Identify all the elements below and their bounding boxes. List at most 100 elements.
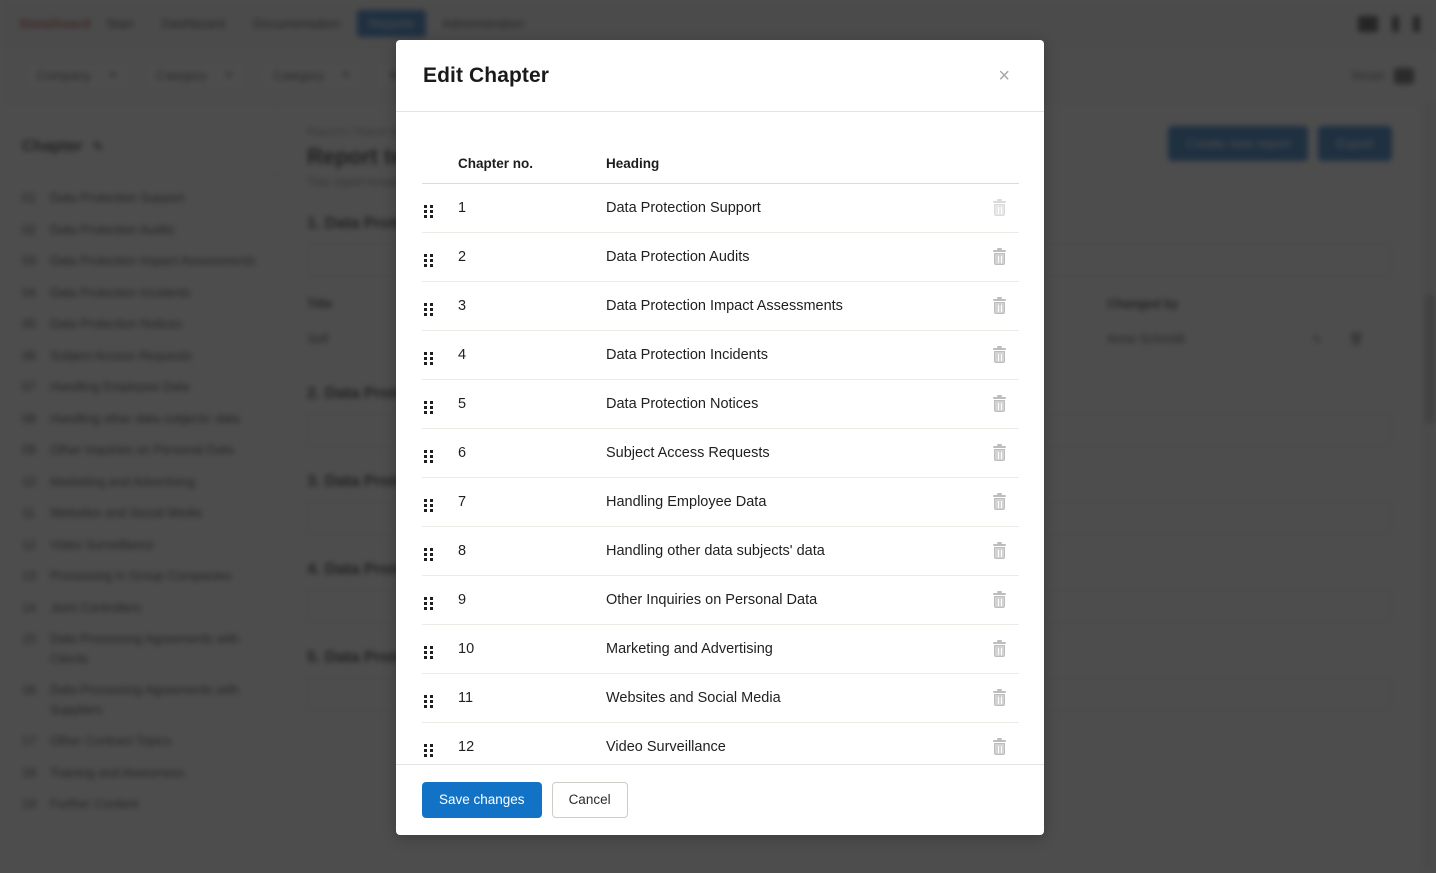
delete-cell [979, 575, 1019, 625]
chapter-table-header-row: Chapter no. Heading [422, 112, 1019, 184]
drag-handle-cell [422, 428, 458, 478]
chapter-number-cell: 3 [458, 281, 606, 331]
delete-cell [979, 428, 1019, 478]
trash-icon[interactable] [992, 443, 1006, 461]
trash-icon[interactable] [992, 492, 1006, 510]
chapter-number-cell: 11 [458, 673, 606, 723]
delete-cell [979, 526, 1019, 576]
trash-icon[interactable] [992, 345, 1006, 363]
dialog-body[interactable]: Chapter no. Heading 1 Data Protection Sup… [396, 112, 1044, 764]
trash-icon[interactable] [992, 247, 1006, 265]
chapter-heading-cell: Other Inquiries on Personal Data [606, 575, 979, 625]
drag-handle-icon[interactable] [422, 497, 435, 514]
table-row[interactable]: 2 Data Protection Audits [422, 232, 1019, 282]
chapter-table-body: 1 Data Protection Support 2 Data Protection… [422, 183, 1019, 764]
chapter-number-cell: 10 [458, 624, 606, 674]
chapter-heading-cell: Handling Employee Data [606, 477, 979, 527]
table-row[interactable]: 10 Marketing and Advertising [422, 624, 1019, 674]
delete-cell [979, 379, 1019, 429]
chapter-heading-cell: Video Surveillance [606, 722, 979, 764]
drag-handle-cell [422, 624, 458, 674]
chapter-number-cell: 1 [458, 183, 606, 233]
drag-handle-icon[interactable] [422, 399, 435, 416]
th-chapter-no: Chapter no. [458, 112, 606, 184]
chapter-number-cell: 6 [458, 428, 606, 478]
chapter-table-head: Chapter no. Heading [422, 112, 1019, 184]
close-icon[interactable]: × [992, 64, 1016, 88]
chapter-number-cell: 5 [458, 379, 606, 429]
dialog-title: Edit Chapter [423, 63, 550, 87]
table-row[interactable]: 12 Video Surveillance [422, 722, 1019, 764]
edit-chapter-dialog: Edit Chapter × Chapter no. Heading 1 Data… [396, 40, 1044, 835]
drag-handle-icon[interactable] [422, 448, 435, 465]
table-row[interactable]: 4 Data Protection Incidents [422, 330, 1019, 380]
chapter-table: Chapter no. Heading 1 Data Protection Sup… [422, 112, 1019, 764]
delete-cell [979, 673, 1019, 723]
chapter-heading-cell: Data Protection Incidents [606, 330, 979, 380]
chapter-heading-cell: Marketing and Advertising [606, 624, 979, 674]
drag-handle-icon[interactable] [422, 595, 435, 612]
drag-handle-icon[interactable] [422, 203, 435, 220]
chapter-heading-cell: Data Protection Impact Assessments [606, 281, 979, 331]
drag-handle-icon[interactable] [422, 693, 435, 710]
trash-icon[interactable] [992, 394, 1006, 412]
chapter-number-cell: 12 [458, 722, 606, 764]
delete-cell [979, 232, 1019, 282]
trash-icon[interactable] [992, 688, 1006, 706]
table-row[interactable]: 3 Data Protection Impact Assessments [422, 281, 1019, 331]
trash-icon[interactable] [992, 198, 1006, 216]
drag-handle-icon[interactable] [422, 546, 435, 563]
chapter-heading-cell: Data Protection Notices [606, 379, 979, 429]
table-row[interactable]: 11 Websites and Social Media [422, 673, 1019, 723]
delete-cell [979, 281, 1019, 331]
drag-handle-cell [422, 575, 458, 625]
trash-icon[interactable] [992, 590, 1006, 608]
delete-cell [979, 624, 1019, 674]
table-row[interactable]: 5 Data Protection Notices [422, 379, 1019, 429]
chapter-number-cell: 9 [458, 575, 606, 625]
chapter-heading-cell: Data Protection Support [606, 183, 979, 233]
trash-icon[interactable] [992, 639, 1006, 657]
table-row[interactable]: 6 Subject Access Requests [422, 428, 1019, 478]
table-row[interactable]: 7 Handling Employee Data [422, 477, 1019, 527]
delete-cell [979, 477, 1019, 527]
screen: DataGuard Start Dashboard Documentation … [0, 0, 1436, 873]
drag-handle-cell [422, 526, 458, 576]
drag-handle-cell [422, 281, 458, 331]
trash-icon[interactable] [992, 737, 1006, 755]
th-heading: Heading [606, 112, 979, 184]
delete-cell [979, 183, 1019, 233]
drag-handle-icon[interactable] [422, 350, 435, 367]
chapter-number-cell: 7 [458, 477, 606, 527]
chapter-heading-cell: Subject Access Requests [606, 428, 979, 478]
dialog-footer: Save changes Cancel [396, 764, 1044, 835]
drag-handle-cell [422, 183, 458, 233]
th-drag [422, 112, 458, 184]
table-row[interactable]: 9 Other Inquiries on Personal Data [422, 575, 1019, 625]
trash-icon[interactable] [992, 296, 1006, 314]
drag-handle-cell [422, 673, 458, 723]
dialog-header: Edit Chapter × [396, 40, 1044, 112]
drag-handle-cell [422, 232, 458, 282]
drag-handle-icon[interactable] [422, 742, 435, 759]
chapter-heading-cell: Websites and Social Media [606, 673, 979, 723]
drag-handle-cell [422, 330, 458, 380]
table-row[interactable]: 1 Data Protection Support [422, 183, 1019, 233]
chapter-heading-cell: Data Protection Audits [606, 232, 979, 282]
chapter-number-cell: 8 [458, 526, 606, 576]
chapter-heading-cell: Handling other data subjects' data [606, 526, 979, 576]
chapter-number-cell: 2 [458, 232, 606, 282]
drag-handle-cell [422, 722, 458, 764]
delete-cell [979, 330, 1019, 380]
drag-handle-cell [422, 477, 458, 527]
save-changes-button[interactable]: Save changes [422, 781, 542, 819]
chapter-number-cell: 4 [458, 330, 606, 380]
cancel-button[interactable]: Cancel [551, 781, 628, 819]
th-delete [979, 112, 1019, 184]
table-row[interactable]: 8 Handling other data subjects' data [422, 526, 1019, 576]
delete-cell [979, 722, 1019, 764]
drag-handle-icon[interactable] [422, 644, 435, 661]
drag-handle-icon[interactable] [422, 252, 435, 269]
drag-handle-icon[interactable] [422, 301, 435, 318]
trash-icon[interactable] [992, 541, 1006, 559]
